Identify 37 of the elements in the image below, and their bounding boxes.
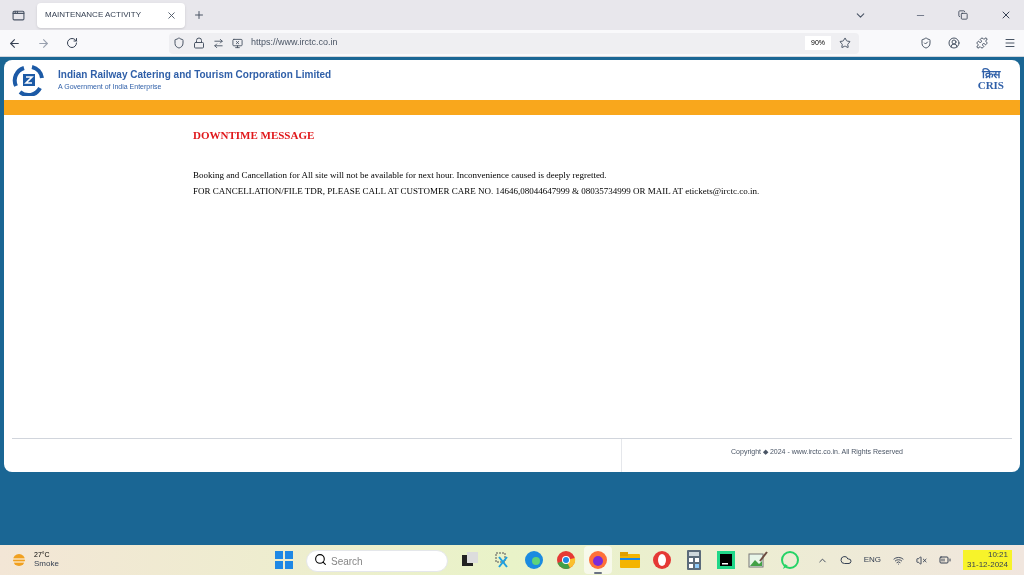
task-view-icon[interactable] <box>462 552 478 568</box>
close-tab-icon[interactable] <box>166 9 177 21</box>
lock-icon[interactable] <box>193 37 205 49</box>
shield-icon[interactable] <box>173 37 185 49</box>
haze-sun-icon <box>12 553 26 567</box>
organization-name: Indian Railway Catering and Tourism Corporation Limited <box>58 68 332 83</box>
message-line: FOR CANCELLATION/FILE TDR, PLEASE CALL AT CUSTOMER CARE NO. 14646,08044647999 & 08035734999 OR MAIL AT etickets@irctc.co.in. <box>193 185 761 198</box>
reload-icon[interactable] <box>66 37 78 49</box>
browser-tab[interactable]: MAINTENANCE ACTIVITY <box>37 2 185 28</box>
blocked-screen-icon[interactable] <box>232 37 243 49</box>
account-icon[interactable] <box>948 37 960 49</box>
permissions-icon[interactable] <box>213 37 224 49</box>
close-window-icon[interactable] <box>1000 9 1012 21</box>
partner-logo: क्रिस CRIS <box>977 69 1004 91</box>
new-tab-icon[interactable] <box>193 9 205 21</box>
browser-app-icon[interactable] <box>584 546 612 574</box>
clock[interactable]: 10:21 31-12-2024 <box>963 550 1012 570</box>
taskbar-search-field[interactable]: Search <box>306 550 448 573</box>
tab-title: MAINTENANCE ACTIVITY <box>45 9 141 21</box>
language-indicator[interactable]: ENG <box>863 554 882 566</box>
message-line: Booking and Cancellation for All site will not be available for next hour. Inconvenience caused is deeply regretted. <box>193 168 608 182</box>
search-icon <box>314 552 327 566</box>
back-icon[interactable] <box>8 36 21 50</box>
speaker-muted-icon[interactable] <box>916 554 928 566</box>
message-title: DOWNTIME MESSAGE <box>193 128 316 143</box>
forward-icon[interactable] <box>37 36 50 50</box>
cloud-icon[interactable] <box>839 554 852 566</box>
extensions-icon[interactable] <box>976 37 988 49</box>
battery-icon[interactable] <box>939 554 952 566</box>
tab-list-icon[interactable] <box>12 8 25 22</box>
logo-icon <box>12 64 46 96</box>
restore-icon[interactable] <box>958 10 968 20</box>
bookmark-star-icon[interactable] <box>839 37 851 49</box>
url-text: https://www.irctc.co.in <box>251 36 338 50</box>
menu-icon[interactable] <box>1004 37 1016 49</box>
weather-condition: Smoke <box>34 559 59 570</box>
wifi-icon[interactable] <box>893 554 905 566</box>
